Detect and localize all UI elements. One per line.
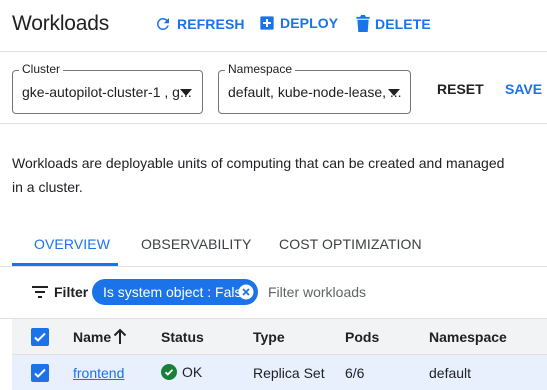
workload-name-link[interactable]: frontend [73, 365, 124, 381]
add-box-icon [260, 16, 274, 30]
refresh-icon [156, 17, 169, 30]
column-header-status[interactable]: Status [161, 329, 204, 345]
sort-ascending-icon[interactable] [113, 328, 127, 345]
filter-workloads-input[interactable] [268, 281, 528, 303]
namespace-select-value: default, kube-node-lease, ... [228, 84, 402, 100]
page-title: Workloads [12, 12, 110, 35]
workloads-table: Name Status Type Pods Namespace frontend… [12, 319, 547, 390]
status-cell: OK [161, 364, 202, 380]
column-header-type[interactable]: Type [253, 329, 285, 345]
tab-bar: OVERVIEW OBSERVABILITY COST OPTIMIZATION [0, 227, 547, 267]
active-tab-indicator [12, 263, 118, 266]
deploy-label: DEPLOY [280, 15, 339, 31]
filter-label: Filter [54, 284, 89, 300]
filter-chip-label: Is system object : False [103, 284, 250, 300]
table-row[interactable]: frontend OK Replica Set 6/6 default [12, 355, 547, 390]
filter-list-icon [32, 286, 48, 298]
reset-button[interactable]: RESET [437, 81, 484, 97]
tab-observability[interactable]: OBSERVABILITY [141, 236, 252, 252]
cluster-select-value: gke-autopilot-cluster-1 , g... [22, 84, 192, 100]
tab-overview[interactable]: OVERVIEW [34, 236, 110, 252]
namespace-cell: default [429, 365, 472, 381]
status-text: OK [182, 364, 203, 380]
select-all-checkbox[interactable] [31, 328, 49, 346]
dropdown-arrow-icon [388, 89, 400, 96]
tab-cost-optimization[interactable]: COST OPTIMIZATION [279, 236, 422, 252]
page-header: Workloads REFRESH DEPLOY DELETE [0, 0, 547, 52]
check-circle-icon [161, 364, 177, 380]
column-header-namespace[interactable]: Namespace [429, 329, 507, 345]
cluster-select-label: Cluster [19, 62, 64, 76]
type-cell: Replica Set [253, 365, 325, 381]
filter-bar: Filter Is system object : False [0, 267, 547, 319]
cluster-namespace-filters: Cluster gke-autopilot-cluster-1 , g... N… [0, 52, 547, 124]
row-checkbox[interactable] [31, 364, 49, 382]
namespace-select[interactable]: Namespace default, kube-node-lease, ... [218, 62, 411, 114]
dropdown-arrow-icon [180, 89, 192, 96]
table-header: Name Status Type Pods Namespace [12, 319, 547, 355]
deploy-button[interactable]: DEPLOY [259, 15, 338, 31]
page-description: Workloads are deployable units of comput… [12, 155, 505, 195]
filter-toggle[interactable]: Filter [32, 284, 88, 300]
chip-close-icon[interactable] [238, 284, 254, 300]
checkmark-icon [34, 368, 46, 378]
cluster-select[interactable]: Cluster gke-autopilot-cluster-1 , g... [12, 62, 203, 114]
delete-button[interactable]: DELETE [356, 15, 431, 32]
save-button[interactable]: SAVE [505, 81, 542, 97]
trash-icon [356, 15, 370, 32]
delete-label: DELETE [375, 15, 431, 32]
namespace-select-label: Namespace [225, 62, 296, 76]
pods-cell: 6/6 [345, 365, 365, 381]
column-header-pods[interactable]: Pods [345, 329, 379, 345]
refresh-label: REFRESH [177, 16, 245, 32]
column-header-name[interactable]: Name [73, 329, 111, 345]
checkmark-icon [34, 332, 46, 342]
refresh-button[interactable]: REFRESH [154, 15, 245, 33]
filter-chip[interactable]: Is system object : False [92, 279, 258, 305]
